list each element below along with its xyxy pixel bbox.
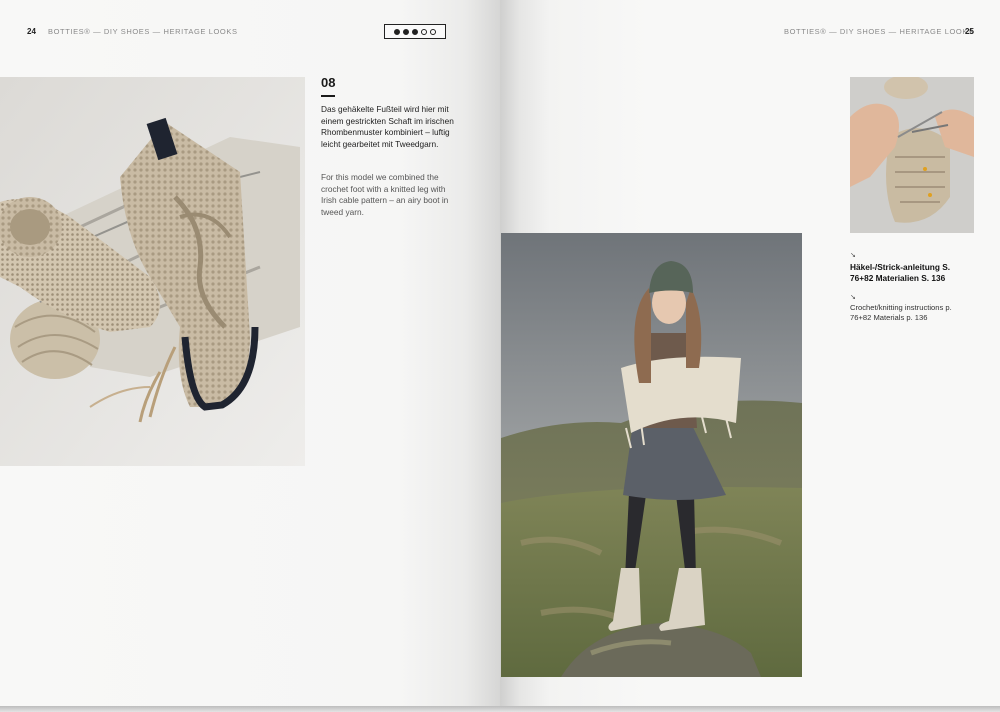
- empty-circle-icon: [430, 28, 436, 35]
- filled-circle-icon: [403, 28, 409, 35]
- running-head-right: BOTTIES® — DIY SHOES — HERITAGE LOOKS: [784, 27, 974, 36]
- description-german: Das gehäkelte Fußteil wird hier mit eine…: [321, 104, 454, 149]
- instructions-english: Crochet/knitting instructions p. 76+82 M…: [850, 303, 952, 322]
- progress-indicator: [384, 24, 446, 39]
- filled-circle-icon: [412, 28, 418, 35]
- instructions-german: Häkel-/Strick-anleitung S. 76+82 Materia…: [850, 262, 951, 283]
- page-number-left: 24: [27, 27, 36, 36]
- divider: [321, 95, 335, 97]
- arrow-down-right-icon: ↘: [850, 294, 856, 301]
- model-number: 08: [321, 75, 336, 90]
- running-head-left: BOTTIES® — DIY SHOES — HERITAGE LOOKS: [48, 27, 238, 36]
- empty-circle-icon: [421, 28, 427, 35]
- boots-still-life-photo: [0, 77, 305, 466]
- page-number-right: 25: [965, 27, 974, 36]
- filled-circle-icon: [394, 28, 400, 35]
- model-landscape-photo: [501, 233, 802, 677]
- arrow-down-right-icon: ↘: [850, 252, 856, 259]
- magazine-spread: 24 BOTTIES® — DIY SHOES — HERITAGE LOOKS…: [0, 0, 1000, 706]
- page-edge: [0, 706, 1000, 712]
- knitting-detail-photo: [850, 77, 974, 233]
- description-english: For this model we combined the crochet f…: [321, 172, 449, 217]
